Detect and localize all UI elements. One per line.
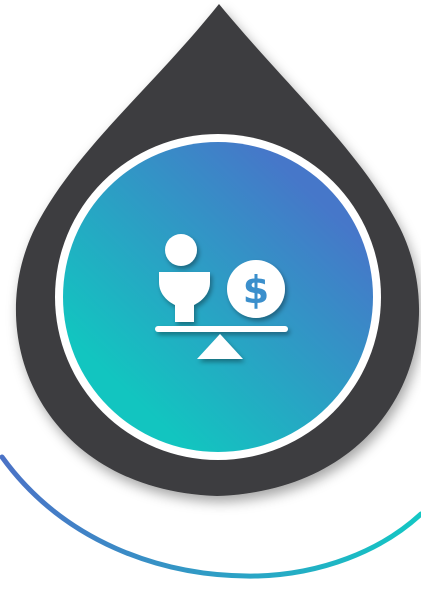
person-head-icon	[165, 234, 197, 266]
scale-beam	[155, 326, 288, 332]
gradient-disc	[63, 142, 373, 452]
dollar-sign-icon: $	[243, 268, 269, 312]
infographic-drop-graphic: $	[0, 4, 421, 579]
